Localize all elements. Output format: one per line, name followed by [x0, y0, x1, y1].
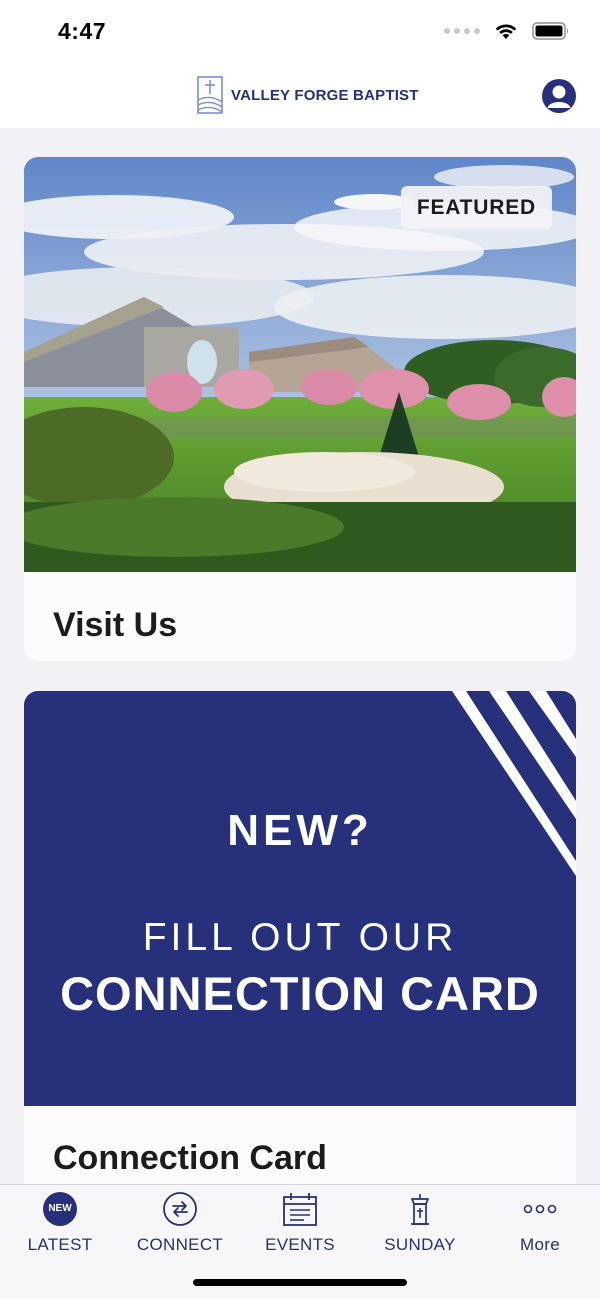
user-icon [547, 85, 571, 108]
tab-label: More [520, 1235, 560, 1254]
battery-icon [532, 22, 568, 40]
tab-label: CONNECT [136, 1235, 224, 1254]
featured-badge: FEATURED [400, 186, 552, 229]
tab-latest[interactable]: NEW LATEST [0, 1185, 120, 1265]
promo-headline: NEW? [227, 806, 373, 855]
connect-arrows-icon [163, 1192, 197, 1226]
church-logo[interactable]: VALLEY FORGE BAPTIST [197, 76, 419, 114]
tab-sunday[interactable]: SUNDAY [360, 1185, 480, 1265]
tab-connect[interactable]: CONNECT [120, 1185, 240, 1265]
cellular-signal-icon [444, 28, 480, 34]
pulpit-icon [411, 1194, 429, 1225]
tab-label: LATEST [27, 1235, 93, 1254]
tab-more[interactable]: More [480, 1185, 600, 1265]
promo-callout: CONNECTION CARD [60, 967, 540, 1020]
card-title: Connection Card [53, 1139, 327, 1177]
visit-us-card[interactable]: FEATURED Visit Us [24, 157, 576, 661]
card-title: Visit Us [53, 606, 178, 644]
status-time: 4:47 [58, 18, 107, 44]
tab-label: EVENTS [265, 1235, 335, 1254]
status-bar: 4:47 [0, 0, 600, 62]
church-building-photo: FEATURED [24, 157, 576, 572]
tab-label: SUNDAY [384, 1235, 456, 1254]
promo-subline: FILL OUT OUR [142, 916, 458, 959]
diagonal-stripes-decoration [452, 691, 576, 876]
church-logo-icon [197, 76, 223, 114]
connection-card-promo-image: NEW? FILL OUT OUR CONNECTION CARD [24, 691, 576, 1106]
home-indicator[interactable] [193, 1279, 407, 1286]
feed-content[interactable]: FEATURED Visit Us NEW? FILL OUT OUR CONN… [0, 128, 600, 1184]
wifi-icon [495, 24, 517, 39]
status-icons [444, 22, 570, 40]
church-logo-text: VALLEY FORGE BAPTIST [231, 86, 419, 104]
tab-events[interactable]: EVENTS [240, 1185, 360, 1265]
connection-card[interactable]: NEW? FILL OUT OUR CONNECTION CARD Connec… [24, 691, 576, 1184]
calendar-icon [283, 1193, 317, 1226]
profile-button[interactable] [542, 79, 576, 113]
more-dots-icon [523, 1204, 557, 1214]
new-badge-icon: NEW [43, 1192, 77, 1226]
app-header: VALLEY FORGE BAPTIST [0, 62, 600, 128]
